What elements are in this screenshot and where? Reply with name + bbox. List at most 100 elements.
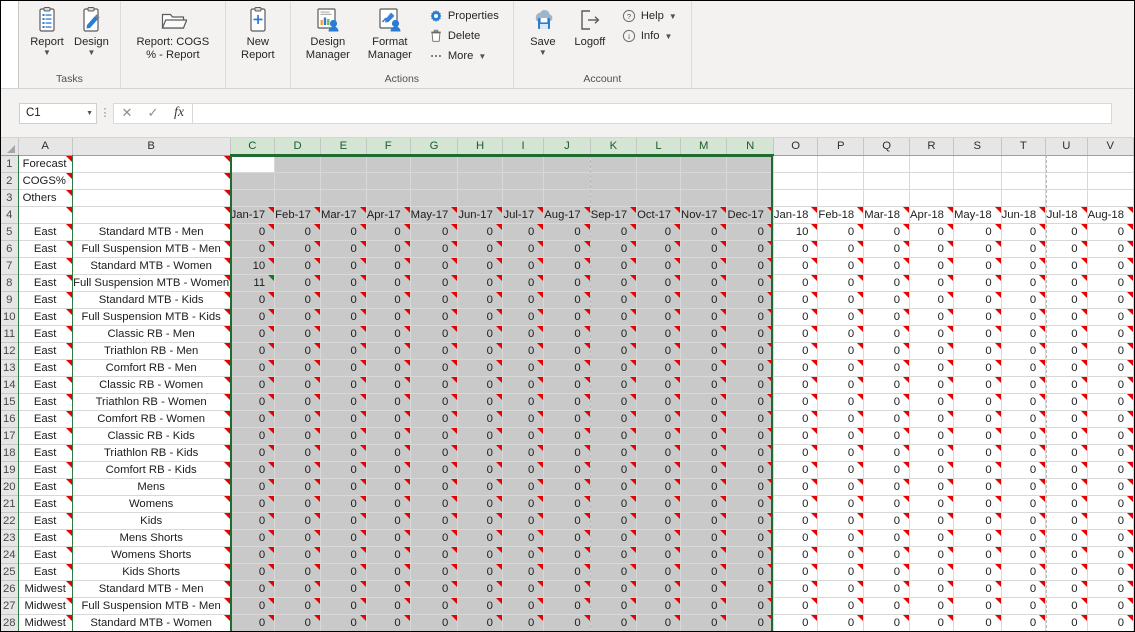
cell-n4[interactable]: Dec-17: [726, 206, 774, 224]
row-header-17[interactable]: 17: [1, 427, 19, 445]
cell-i9[interactable]: 0: [502, 291, 545, 309]
cell-f22[interactable]: 0: [366, 512, 411, 530]
cell-b9[interactable]: Standard MTB - Kids: [72, 291, 231, 309]
cell-s23[interactable]: 0: [953, 529, 1002, 547]
cell-t19[interactable]: 0: [1001, 461, 1047, 479]
cell-r27[interactable]: 0: [909, 597, 954, 615]
cell-n18[interactable]: 0: [726, 444, 774, 462]
cell-e2[interactable]: [320, 172, 367, 190]
cell-v20[interactable]: 0: [1087, 478, 1134, 496]
cell-c17[interactable]: 0: [230, 427, 276, 445]
cell-d15[interactable]: 0: [274, 393, 321, 411]
cell-u4[interactable]: Jul-18: [1045, 206, 1088, 224]
cell-f26[interactable]: 0: [366, 580, 411, 598]
cell-g12[interactable]: 0: [410, 342, 459, 360]
cell-b17[interactable]: Classic RB - Kids: [72, 427, 231, 445]
cell-s24[interactable]: 0: [953, 546, 1002, 564]
cell-h24[interactable]: 0: [457, 546, 503, 564]
cell-b15[interactable]: Triathlon RB - Women: [72, 393, 231, 411]
cell-q5[interactable]: 0: [863, 223, 911, 241]
cell-f14[interactable]: 0: [366, 376, 411, 394]
cell-v10[interactable]: 0: [1087, 308, 1134, 326]
cell-q14[interactable]: 0: [863, 376, 911, 394]
cell-j23[interactable]: 0: [543, 529, 591, 547]
cell-e24[interactable]: 0: [320, 546, 367, 564]
cell-q16[interactable]: 0: [863, 410, 911, 428]
cell-f16[interactable]: 0: [366, 410, 411, 428]
cell-u10[interactable]: 0: [1045, 308, 1088, 326]
cell-a2[interactable]: COGS%: [18, 172, 73, 190]
cell-h23[interactable]: 0: [457, 529, 503, 547]
cell-g13[interactable]: 0: [410, 359, 459, 377]
cell-e7[interactable]: 0: [320, 257, 367, 275]
cell-o12[interactable]: 0: [773, 342, 819, 360]
cell-u15[interactable]: 0: [1045, 393, 1088, 411]
cell-b7[interactable]: Standard MTB - Women: [72, 257, 231, 275]
cell-q4[interactable]: Mar-18: [863, 206, 911, 224]
cell-c25[interactable]: 0: [230, 563, 276, 581]
cell-s5[interactable]: 0: [953, 223, 1002, 241]
cell-e13[interactable]: 0: [320, 359, 367, 377]
cell-e1[interactable]: [320, 155, 367, 173]
cell-v14[interactable]: 0: [1087, 376, 1134, 394]
cell-p23[interactable]: 0: [817, 529, 865, 547]
insert-function-icon[interactable]: fx: [166, 104, 192, 123]
cell-f6[interactable]: 0: [366, 240, 411, 258]
cell-j2[interactable]: [543, 172, 591, 190]
cell-a23[interactable]: East: [18, 529, 73, 547]
cell-u2[interactable]: [1045, 172, 1088, 190]
cell-l7[interactable]: 0: [636, 257, 682, 275]
cell-s18[interactable]: 0: [953, 444, 1002, 462]
cell-u25[interactable]: 0: [1045, 563, 1088, 581]
cell-t21[interactable]: 0: [1001, 495, 1047, 513]
cell-k22[interactable]: 0: [590, 512, 638, 530]
cell-t3[interactable]: [1001, 189, 1047, 207]
cell-h16[interactable]: 0: [457, 410, 503, 428]
cell-u7[interactable]: 0: [1045, 257, 1088, 275]
cell-t5[interactable]: 0: [1001, 223, 1047, 241]
cell-e25[interactable]: 0: [320, 563, 367, 581]
cell-n23[interactable]: 0: [726, 529, 774, 547]
cell-k18[interactable]: 0: [590, 444, 638, 462]
cell-f24[interactable]: 0: [366, 546, 411, 564]
cell-m6[interactable]: 0: [680, 240, 728, 258]
cell-p26[interactable]: 0: [817, 580, 865, 598]
row-header-19[interactable]: 19: [1, 461, 19, 479]
cell-h2[interactable]: [457, 172, 503, 190]
cell-s26[interactable]: 0: [953, 580, 1002, 598]
cell-b26[interactable]: Standard MTB - Men: [72, 580, 231, 598]
chevron-down-icon[interactable]: ▼: [478, 52, 486, 61]
cell-u19[interactable]: 0: [1045, 461, 1088, 479]
cell-u16[interactable]: 0: [1045, 410, 1088, 428]
cell-f27[interactable]: 0: [366, 597, 411, 615]
cell-f23[interactable]: 0: [366, 529, 411, 547]
cell-g19[interactable]: 0: [410, 461, 459, 479]
cell-q8[interactable]: 0: [863, 274, 911, 292]
row-header-7[interactable]: 7: [1, 257, 19, 275]
cell-d26[interactable]: 0: [274, 580, 321, 598]
column-header-e[interactable]: E: [320, 138, 367, 156]
cell-r17[interactable]: 0: [909, 427, 954, 445]
cell-c15[interactable]: 0: [230, 393, 276, 411]
cell-m26[interactable]: 0: [680, 580, 728, 598]
cell-n3[interactable]: [726, 189, 774, 207]
cell-g26[interactable]: 0: [410, 580, 459, 598]
cell-m16[interactable]: 0: [680, 410, 728, 428]
cell-h15[interactable]: 0: [457, 393, 503, 411]
row-header-21[interactable]: 21: [1, 495, 19, 513]
column-header-a[interactable]: A: [18, 138, 73, 156]
cell-i14[interactable]: 0: [502, 376, 545, 394]
cell-m14[interactable]: 0: [680, 376, 728, 394]
cell-g18[interactable]: 0: [410, 444, 459, 462]
column-header-i[interactable]: I: [502, 138, 545, 156]
row-header-27[interactable]: 27: [1, 597, 19, 615]
cell-u24[interactable]: 0: [1045, 546, 1088, 564]
cell-d4[interactable]: Feb-17: [274, 206, 321, 224]
cell-v26[interactable]: 0: [1087, 580, 1134, 598]
cell-f21[interactable]: 0: [366, 495, 411, 513]
cell-g11[interactable]: 0: [410, 325, 459, 343]
cell-s28[interactable]: 0: [953, 614, 1002, 631]
cell-a24[interactable]: East: [18, 546, 73, 564]
cell-a25[interactable]: East: [18, 563, 73, 581]
cell-c28[interactable]: 0: [230, 614, 276, 631]
